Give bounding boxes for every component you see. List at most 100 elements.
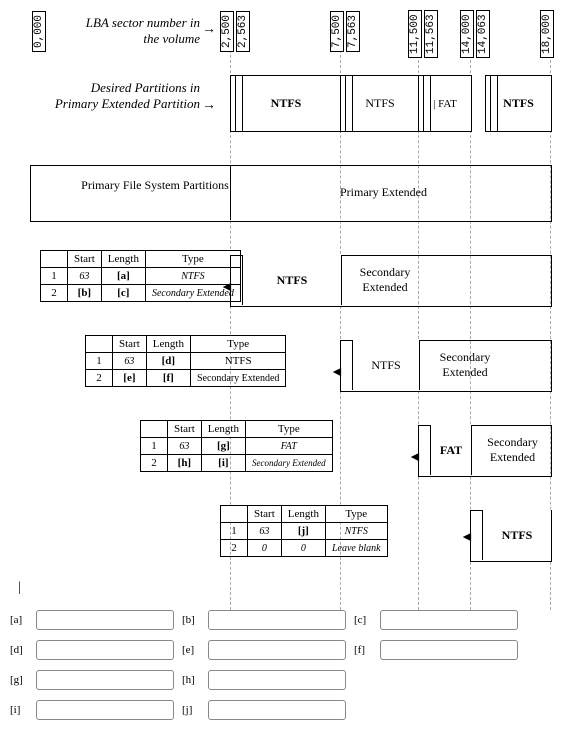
tick-11500: 11,500 xyxy=(408,10,422,58)
t1r1-length: [a] xyxy=(117,270,130,282)
sec2-ntfs: NTFS xyxy=(352,340,420,390)
t2r1-start: 63 xyxy=(113,353,147,370)
part-gap-bar xyxy=(490,76,498,131)
t1r2-start: [b] xyxy=(78,287,91,299)
sec3-ext-label: Secondary Extended xyxy=(475,435,550,465)
desired-part-2: NTFS xyxy=(340,75,420,132)
tick-14000: 14,000 xyxy=(460,10,474,58)
label-d: [d] xyxy=(10,644,30,656)
ptable-3: StartLengthType 163[g]FAT 2[h][i]Seconda… xyxy=(140,420,333,472)
part-gap-bar xyxy=(235,76,243,131)
th-start: Start xyxy=(113,336,147,353)
t4r2-type: Leave blank xyxy=(325,540,387,557)
sec3-fat: FAT xyxy=(430,425,472,475)
th-type: Type xyxy=(190,336,285,353)
sec2-ntfs-label: NTFS xyxy=(371,358,400,373)
t3r2-start: [h] xyxy=(178,457,191,469)
t3r1-idx: 1 xyxy=(141,438,168,455)
cursor-artifact: | xyxy=(18,580,21,596)
th-length: Length xyxy=(146,336,190,353)
ptable-4: StartLengthType 163[j]NTFS 200Leave blan… xyxy=(220,505,388,557)
desired-part-4-label: NTFS xyxy=(503,96,534,111)
desired-part-1-label: NTFS xyxy=(271,96,302,111)
input-j[interactable] xyxy=(208,700,346,720)
desired-part-3: | FAT xyxy=(418,75,472,132)
label-f: [f] xyxy=(354,644,374,656)
input-g[interactable] xyxy=(36,670,174,690)
th-start: Start xyxy=(248,506,282,523)
th-type: Type xyxy=(325,506,387,523)
tick-14063: 14,063 xyxy=(476,10,490,58)
th-type: Type xyxy=(145,251,240,268)
th-start: Start xyxy=(168,421,202,438)
t2r1-idx: 1 xyxy=(86,353,113,370)
input-i[interactable] xyxy=(36,700,174,720)
t4r1-start: 63 xyxy=(248,523,282,540)
th-start: Start xyxy=(68,251,102,268)
arrow-desired: → xyxy=(202,98,216,114)
t2r2-type: Secondary Extended xyxy=(190,370,285,387)
sec1-ntfs-label: NTFS xyxy=(277,273,308,288)
t4r1-idx: 1 xyxy=(221,523,248,540)
lba-label: LBA sector number in the volume xyxy=(70,15,200,47)
desired-label: Desired Partitions in Primary Extended P… xyxy=(50,80,200,112)
ptable-2: StartLengthType 163[d]NTFS 2[e][f]Second… xyxy=(85,335,286,387)
label-h: [h] xyxy=(182,674,202,686)
t1r2-length: [c] xyxy=(117,287,129,299)
th-length: Length xyxy=(201,421,245,438)
t4r1-type: NTFS xyxy=(325,523,387,540)
desired-part-4: NTFS xyxy=(485,75,552,132)
t3r2-type: Secondary Extended xyxy=(245,455,332,472)
primary-right-label: Primary Extended xyxy=(340,185,427,200)
tick-7500: 7,500 xyxy=(330,11,344,52)
part-gap-bar xyxy=(345,76,353,131)
desired-part-3-label: FAT xyxy=(438,98,457,110)
input-b[interactable] xyxy=(208,610,346,630)
tick-18000: 18,000 xyxy=(540,10,554,58)
t2r2-length: [f] xyxy=(163,372,174,384)
t3r2-idx: 2 xyxy=(141,455,168,472)
input-d[interactable] xyxy=(36,640,174,660)
t3r1-start: 63 xyxy=(168,438,202,455)
t1r1-start: 63 xyxy=(68,268,102,285)
ptable-1: StartLengthType 163[a]NTFS 2[b][c]Second… xyxy=(40,250,241,302)
t4r1-length: [j] xyxy=(298,525,309,537)
t2r1-length: [d] xyxy=(162,355,175,367)
t4r2-idx: 2 xyxy=(221,540,248,557)
tick-7563: 7,563 xyxy=(346,11,360,52)
input-c[interactable] xyxy=(380,610,518,630)
label-g: [g] xyxy=(10,674,30,686)
input-f[interactable] xyxy=(380,640,518,660)
input-e[interactable] xyxy=(208,640,346,660)
t4r2-length: 0 xyxy=(281,540,325,557)
input-h[interactable] xyxy=(208,670,346,690)
th-length: Length xyxy=(281,506,325,523)
t1r2-idx: 2 xyxy=(41,285,68,302)
input-a[interactable] xyxy=(36,610,174,630)
label-b: [b] xyxy=(182,614,202,626)
sec2-ext-label: Secondary Extended xyxy=(425,350,505,380)
label-i: [i] xyxy=(10,704,30,716)
vline-11500 xyxy=(418,50,419,610)
primary-left-label: Primary File System Partitions xyxy=(80,178,230,193)
label-c: [c] xyxy=(354,614,374,626)
sec4-ntfs-label: NTFS xyxy=(502,528,533,543)
answer-blanks: [a] [b] [c] [d] [e] [f] [g] [h] [i] [j] xyxy=(10,610,561,720)
t2r2-start: [e] xyxy=(123,372,135,384)
primary-divider xyxy=(230,165,231,220)
th-length: Length xyxy=(101,251,145,268)
th-type: Type xyxy=(245,421,332,438)
label-j: [j] xyxy=(182,704,202,716)
t3r1-type: FAT xyxy=(245,438,332,455)
desired-label-text: Desired Partitions in Primary Extended P… xyxy=(55,80,200,111)
tick-2563: 2,563 xyxy=(236,11,250,52)
desired-part-1: NTFS xyxy=(230,75,342,132)
t1r1-idx: 1 xyxy=(41,268,68,285)
arrow-lba: → xyxy=(202,22,216,38)
desired-part-2-label: NTFS xyxy=(365,96,394,111)
sec4-ntfs: NTFS xyxy=(482,510,551,560)
label-e: [e] xyxy=(182,644,202,656)
sec1-ntfs: NTFS xyxy=(242,255,342,305)
sec1-ext-label: Secondary Extended xyxy=(345,265,425,295)
partition-diagram: 0,000 LBA sector number in the volume → … xyxy=(10,10,560,610)
